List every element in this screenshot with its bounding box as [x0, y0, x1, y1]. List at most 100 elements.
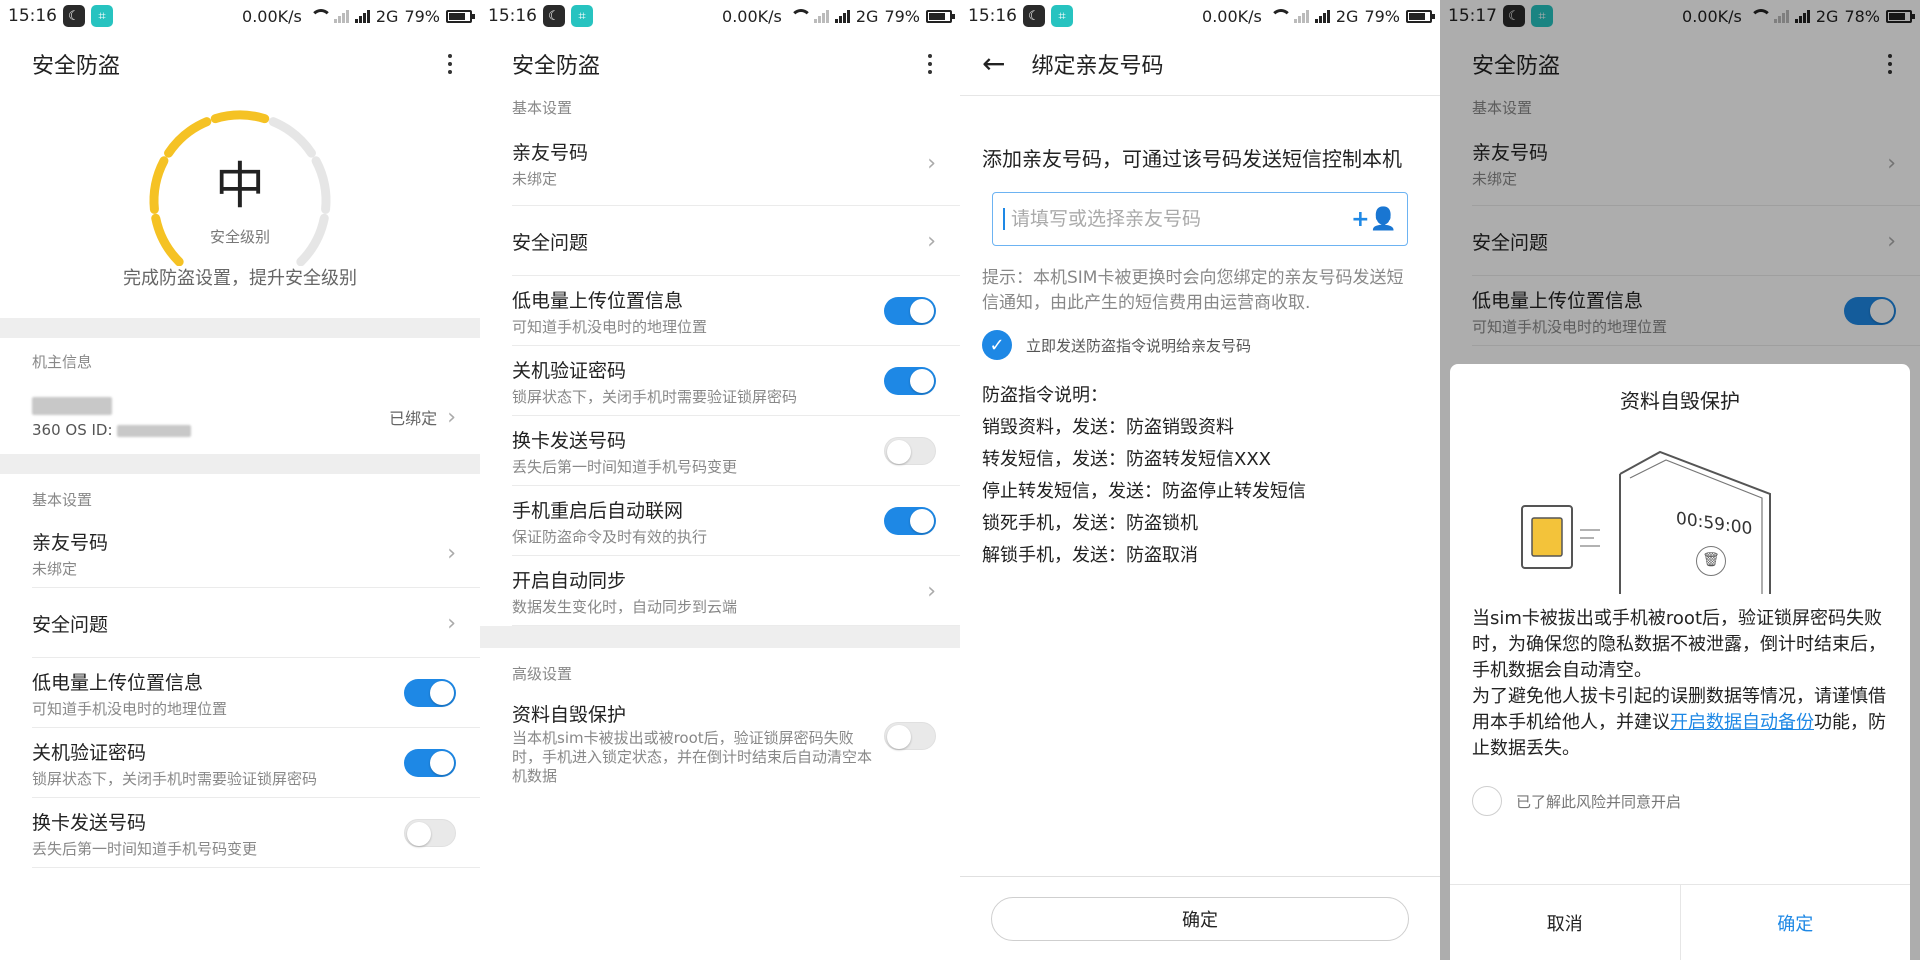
self-destruct-toggle[interactable] [884, 722, 936, 750]
dialog-body-2: 为了避免他人拔卡引起的误删数据等情况，请谨慎借用本手机给他人，并建议开启数据自动… [1472, 686, 1886, 759]
setting-title: 低电量上传位置信息 [32, 671, 204, 694]
setting-row[interactable]: 安全问题 › [480, 206, 960, 276]
more-vertical-icon[interactable] [920, 54, 940, 74]
screen-security-overview: 15:16 ☾ ⌗ 0.00K/s 2G 79% 安全防盗 中 安全级别 完成防… [0, 0, 480, 960]
network-speed: 0.00K/s [722, 6, 782, 26]
screen-security-settings: 15:16 ☾ ⌗ 0.00K/s 2G 79% 安全防盗 基本设置 亲友号码未… [480, 0, 960, 960]
setting-row[interactable]: 手机重启后自动联网 保证防盗命令及时有效的执行 [480, 486, 960, 556]
setting-row[interactable]: 换卡发送号码 丢失后第一时间知道手机号码变更 [0, 798, 480, 868]
status-time: 15:16 [488, 6, 537, 26]
security-level-caption: 安全级别 [209, 228, 270, 246]
security-level: 中 [215, 157, 265, 215]
setting-toggle[interactable] [884, 507, 936, 535]
dialog-body-1: 当sim卡被拔出或手机被root后，验证锁屏密码失败时，为确保您的隐私数据不被泄… [1472, 608, 1886, 681]
arrow-left-icon[interactable]: ← [982, 49, 1005, 78]
setting-toggle[interactable] [404, 749, 456, 777]
setting-subtitle: 可知道手机没电时的地理位置 [512, 317, 708, 336]
trash-icon: 🗑 [1696, 546, 1726, 576]
setting-row[interactable]: 亲友号码 未绑定 › [480, 120, 960, 206]
signal-icon [813, 9, 829, 23]
send-instructions-label: 立即发送防盗指令说明给亲友号码 [1026, 336, 1252, 355]
setting-subtitle: 锁屏状态下，关闭手机时需要验证锁屏密码 [512, 387, 798, 406]
setting-title: 关机验证密码 [512, 359, 627, 382]
page-title: 绑定亲友号码 [1031, 53, 1164, 79]
contact-number-input[interactable] [1003, 208, 1352, 230]
setting-toggle[interactable] [884, 367, 936, 395]
check-icon[interactable]: ✓ [982, 330, 1012, 360]
setting-toggle[interactable] [884, 297, 936, 325]
unchecked-circle-icon[interactable] [1472, 786, 1502, 816]
app-bar: 安全防盗 [480, 32, 960, 96]
setting-row[interactable]: 低电量上传位置信息可知道手机没电时的地理位置 [480, 276, 960, 346]
setting-subtitle: 当本机sim卡被拔出或被root后，验证锁屏密码失败时，手机进入锁定状态，并在倒… [512, 729, 873, 785]
chevron-right-icon: › [927, 578, 936, 604]
battery-icon [926, 9, 955, 23]
scan-icon: ⌗ [91, 5, 113, 27]
setting-subtitle: 丢失后第一时间知道手机号码变更 [32, 839, 258, 858]
enable-backup-link[interactable]: 开启数据自动备份 [1670, 712, 1814, 733]
wifi-icon [788, 9, 812, 23]
setting-title: 亲友号码 [32, 531, 109, 554]
cancel-button[interactable]: 取消 [1450, 885, 1681, 960]
chevron-right-icon: › [447, 540, 456, 566]
contact-number-field[interactable]: +👤 [992, 192, 1408, 246]
setting-title: 关机验证密码 [32, 741, 147, 764]
setting-row[interactable]: 关机验证密码 锁屏状态下，关闭手机时需要验证锁屏密码 [0, 728, 480, 798]
setting-subtitle: 数据发生变化时，自动同步到云端 [512, 597, 738, 616]
status-bar: 15:16 ☾ ⌗ 0.00K/s 2G 79% [960, 0, 1440, 32]
send-instructions-checkbox[interactable]: ✓ 立即发送防盗指令说明给亲友号码 [982, 330, 1416, 360]
setting-row[interactable]: 关机验证密码锁屏状态下，关闭手机时需要验证锁屏密码 [480, 346, 960, 416]
setting-subtitle: 丢失后第一时间知道手机号码变更 [512, 457, 738, 476]
moon-icon: ☾ [63, 5, 85, 27]
chevron-right-icon: › [927, 150, 936, 176]
network-type: 2G [855, 6, 879, 26]
setting-title: 低电量上传位置信息 [512, 289, 684, 312]
setting-subtitle: 未绑定 [32, 559, 78, 578]
wifi-icon [1268, 9, 1292, 23]
owner-info-row[interactable]: 360 OS ID: 已绑定 › [0, 380, 480, 454]
battery-percent: 79% [1364, 6, 1400, 26]
setting-row[interactable]: 亲友号码未绑定 › [0, 518, 480, 588]
battery-percent: 79% [884, 6, 920, 26]
setting-row[interactable]: 安全问题 › [0, 588, 480, 658]
status-bar: 15:16 ☾ ⌗ 0.00K/s 2G 79% [0, 0, 480, 32]
setting-toggle[interactable] [404, 819, 456, 847]
status-bar: 15:16 ☾ ⌗ 0.00K/s 2G 79% [480, 0, 960, 32]
gauge-segment [210, 110, 270, 124]
setting-row-self-destruct[interactable]: 资料自毁保护 当本机sim卡被拔出或被root后，验证锁屏密码失败时，手机进入锁… [480, 692, 960, 785]
self-destruct-dialog: 资料自毁保护 00:59:00 🗑 当sim卡被拔出或手机被root后，验证锁屏… [1450, 364, 1910, 960]
command-line: 锁死手机，发送：防盗锁机 [982, 513, 1198, 534]
agree-risk-checkbox[interactable]: 已了解此风险并同意开启 [1450, 786, 1910, 816]
owner-id: 360 OS ID: [32, 420, 389, 440]
screen-self-destruct-dialog: 15:17 ☾ ⌗ 0.00K/s 2G 78% 安全防盗 基本设置 亲友号码未… [1440, 0, 1920, 960]
setting-row[interactable]: 开启自动同步 数据发生变化时，自动同步到云端 › [480, 556, 960, 626]
setting-row[interactable]: 低电量上传位置信息 可知道手机没电时的地理位置 [0, 658, 480, 728]
section-title-basic: 基本设置 [512, 99, 573, 117]
signal-icon [834, 9, 850, 23]
app-bar: ← 绑定亲友号码 [960, 32, 1440, 96]
setting-row[interactable]: 换卡发送号码 丢失后第一时间知道手机号码变更 [480, 416, 960, 486]
divider [480, 626, 960, 648]
confirm-button[interactable]: 确定 [991, 896, 1409, 941]
dialog-actions: 取消 确定 [1450, 884, 1910, 960]
confirm-button[interactable]: 确定 [1681, 885, 1911, 960]
command-line: 停止转发短信，发送：防盗停止转发短信 [982, 481, 1306, 502]
setting-toggle[interactable] [404, 679, 456, 707]
setting-toggle[interactable] [884, 437, 936, 465]
divider [0, 454, 480, 474]
agree-risk-label: 已了解此风险并同意开启 [1516, 792, 1682, 811]
section-title-owner: 机主信息 [32, 353, 93, 371]
setting-title: 手机重启后自动联网 [512, 499, 684, 522]
page-title: 安全防盗 [32, 54, 121, 79]
add-contact-icon[interactable]: +👤 [1351, 207, 1397, 232]
signal-icon [1293, 9, 1309, 23]
battery-icon [1406, 9, 1435, 23]
more-vertical-icon[interactable] [440, 54, 460, 74]
chevron-right-icon: › [447, 610, 456, 636]
command-line: 销毁资料，发送：防盗销毁资料 [982, 417, 1234, 438]
signal-icon [354, 9, 370, 23]
network-type: 2G [1335, 6, 1359, 26]
chevron-right-icon: › [927, 228, 936, 254]
commands-title: 防盗指令说明： [982, 385, 1108, 406]
signal-icon [1314, 9, 1330, 23]
